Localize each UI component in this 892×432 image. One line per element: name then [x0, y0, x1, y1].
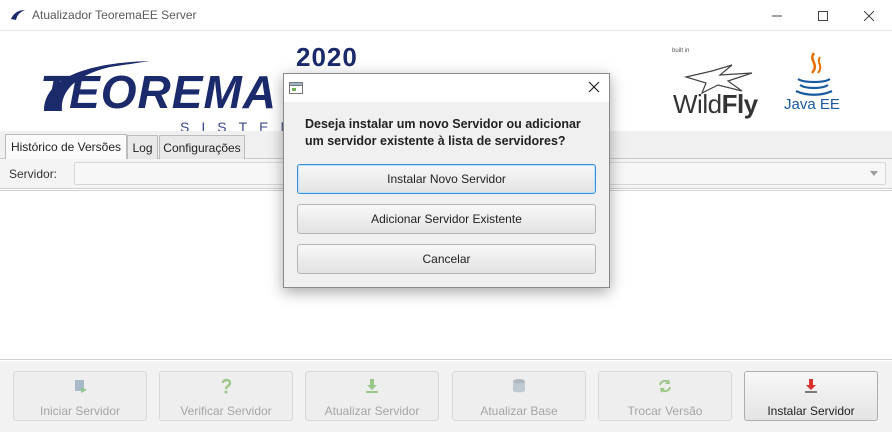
- switch-version-label: Trocar Versão: [627, 404, 703, 418]
- close-window-button[interactable]: [846, 0, 892, 31]
- tab-configuracoes[interactable]: Configurações: [159, 135, 245, 159]
- install-server-dialog: Deseja instalar um novo Servidor ou adic…: [283, 73, 610, 288]
- question-icon: [221, 378, 232, 394]
- version-year: 2020: [296, 42, 358, 72]
- title-bar: Atualizador TeoremaEE Server: [0, 0, 892, 31]
- window-title: Atualizador TeoremaEE Server: [32, 8, 197, 22]
- dialog-message: Deseja instalar um novo Servidor ou adic…: [305, 117, 581, 148]
- wildfly-wordmark: WildFly: [673, 89, 758, 120]
- verify-server-label: Verificar Servidor: [180, 404, 272, 418]
- dialog-title-bar: [284, 74, 609, 102]
- verify-server-button[interactable]: Verificar Servidor: [159, 371, 293, 421]
- install-server-button[interactable]: Instalar Servidor: [744, 371, 878, 421]
- update-server-button[interactable]: Atualizar Servidor: [305, 371, 439, 421]
- update-server-label: Atualizar Servidor: [324, 404, 420, 418]
- update-database-label: Atualizar Base: [480, 404, 558, 418]
- minimize-icon: [772, 15, 782, 16]
- action-toolbar: Iniciar Servidor Verificar Servidor Atua…: [0, 361, 892, 432]
- tab-log[interactable]: Log: [127, 135, 158, 159]
- minimize-button[interactable]: [754, 0, 800, 31]
- install-new-server-button[interactable]: Instalar Novo Servidor: [297, 164, 596, 194]
- close-icon: [864, 10, 874, 21]
- start-server-label: Iniciar Servidor: [39, 404, 121, 418]
- maximize-button[interactable]: [800, 0, 846, 31]
- dialog-close-icon[interactable]: [587, 80, 601, 94]
- switch-version-button[interactable]: Trocar Versão: [598, 371, 732, 421]
- javaee-wordmark: Java EE: [784, 96, 840, 113]
- cancel-button[interactable]: Cancelar: [297, 244, 596, 274]
- refresh-icon: [659, 379, 671, 393]
- app-icon: [11, 10, 25, 20]
- database-icon: [513, 379, 525, 393]
- server-label: Servidor:: [9, 167, 58, 181]
- server-start-icon: [75, 380, 87, 393]
- maximize-icon: [818, 10, 828, 21]
- tab-historico-versoes[interactable]: Histórico de Versões: [5, 134, 127, 159]
- download-arrow-icon: [366, 379, 378, 393]
- install-server-label: Instalar Servidor: [767, 404, 855, 418]
- add-existing-server-button[interactable]: Adicionar Servidor Existente: [297, 204, 596, 234]
- wildfly-wordmark-light: Wild: [673, 89, 722, 119]
- brand-name: TEOREMA: [40, 66, 277, 118]
- start-server-button[interactable]: Iniciar Servidor: [13, 371, 147, 421]
- install-icon: [805, 379, 817, 393]
- chevron-down-icon: [870, 171, 878, 176]
- wildfly-wordmark-bold: Fly: [721, 89, 759, 119]
- dialog-window-icon: [289, 82, 303, 94]
- update-database-button[interactable]: Atualizar Base: [452, 371, 586, 421]
